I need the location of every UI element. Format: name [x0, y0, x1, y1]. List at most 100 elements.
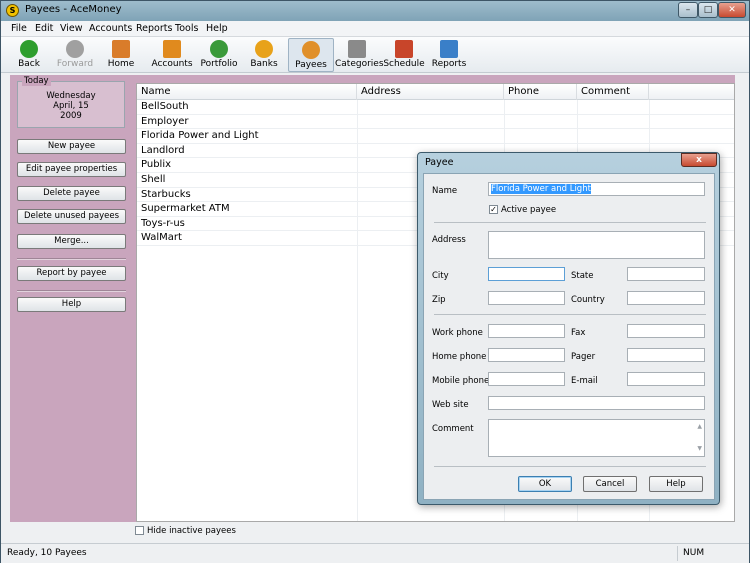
state-label: State — [571, 271, 594, 281]
scroll-down-icon[interactable]: ▼ — [697, 443, 702, 455]
pager-field[interactable] — [627, 348, 705, 362]
menu-tools[interactable]: Tools — [175, 23, 198, 34]
menu-accounts[interactable]: Accounts — [89, 23, 132, 34]
grid-header: Name Address Phone Comment — [137, 84, 734, 100]
toolbar-forward[interactable]: Forward — [55, 38, 95, 72]
forward-arrow-icon — [66, 40, 84, 58]
ok-button[interactable]: OK — [518, 476, 572, 492]
dialog-separator — [434, 466, 706, 467]
toolbar-label: Categories — [335, 59, 384, 69]
left-separator — [17, 258, 126, 260]
minimize-button[interactable]: – — [678, 2, 698, 18]
country-field[interactable] — [627, 291, 705, 305]
state-field[interactable] — [627, 267, 705, 281]
active-payee-label: Active payee — [501, 205, 557, 215]
address-field[interactable] — [488, 231, 705, 259]
website-label: Web site — [432, 400, 469, 410]
home-icon — [112, 40, 130, 58]
toolbar-banks[interactable]: Banks — [247, 38, 281, 72]
menu-file[interactable]: File — [11, 23, 27, 34]
hide-inactive-label: Hide inactive payees — [147, 526, 236, 536]
city-field[interactable] — [488, 267, 565, 281]
maximize-button[interactable]: □ — [698, 2, 718, 18]
left-separator — [17, 290, 126, 292]
checkbox-box[interactable] — [135, 526, 144, 535]
report-by-payee-button[interactable]: Report by payee — [17, 266, 126, 281]
toolbar-label: Home — [107, 59, 135, 69]
country-label: Country — [571, 295, 605, 305]
cancel-button[interactable]: Cancel — [583, 476, 637, 492]
table-row[interactable]: BellSouth — [137, 100, 734, 115]
email-label: E-mail — [571, 376, 598, 386]
name-label: Name — [432, 186, 458, 196]
merge-button[interactable]: Merge... — [17, 234, 126, 249]
menu-edit[interactable]: Edit — [35, 23, 53, 34]
menu-help[interactable]: Help — [206, 23, 228, 34]
dialog-close-button[interactable]: x — [681, 153, 717, 167]
num-lock-indicator: NUM — [677, 546, 747, 561]
payees-icon — [302, 41, 320, 59]
toolbar-portfolio[interactable]: Portfolio — [197, 38, 241, 72]
menu-reports[interactable]: Reports — [136, 23, 172, 34]
today-date: April, 15 — [53, 101, 89, 111]
column-header-comment[interactable]: Comment — [577, 84, 649, 100]
table-row[interactable]: Florida Power and Light — [137, 129, 734, 144]
work-phone-label: Work phone — [432, 328, 483, 338]
toolbar-home[interactable]: Home — [103, 38, 139, 72]
name-value: Florida Power and Light — [491, 184, 591, 194]
help-button[interactable]: Help — [17, 297, 126, 312]
toolbar-label: Payees — [295, 60, 327, 70]
scroll-up-icon[interactable]: ▲ — [697, 421, 702, 433]
table-row[interactable]: Employer — [137, 115, 734, 130]
new-payee-button[interactable]: New payee — [17, 139, 126, 154]
title-bar[interactable]: S Payees - AceMoney – □ ✕ — [1, 1, 749, 21]
home-phone-label: Home phone — [432, 352, 487, 362]
toolbar-label: Banks — [250, 59, 278, 69]
zip-label: Zip — [432, 295, 446, 305]
app-icon[interactable]: S — [6, 4, 19, 17]
toolbar-label: Schedule — [383, 59, 425, 69]
toolbar-categories[interactable]: Categories — [335, 38, 384, 72]
pager-label: Pager — [571, 352, 596, 362]
column-header-address[interactable]: Address — [357, 84, 504, 100]
website-field[interactable] — [488, 396, 705, 410]
close-button[interactable]: ✕ — [718, 2, 746, 18]
toolbar-schedule[interactable]: Schedule — [383, 38, 425, 72]
fax-label: Fax — [571, 328, 586, 338]
toolbar-payees[interactable]: Payees — [288, 38, 334, 72]
toolbar-label: Portfolio — [200, 59, 238, 69]
comment-field[interactable]: ▲ ▼ — [488, 419, 705, 457]
status-bar: Ready, 10 Payees NUM — [1, 543, 749, 563]
home-phone-field[interactable] — [488, 348, 565, 362]
column-header-name[interactable]: Name — [137, 84, 357, 100]
today-panel: Today Wednesday April, 15 2009 — [17, 76, 125, 128]
window-title: Payees - AceMoney — [25, 4, 122, 15]
column-header-phone[interactable]: Phone — [504, 84, 577, 100]
zip-field[interactable] — [488, 291, 565, 305]
dialog-separator — [434, 314, 706, 315]
dialog-help-button[interactable]: Help — [649, 476, 703, 492]
checkmark-icon[interactable]: ✓ — [489, 205, 498, 214]
today-legend: Today — [22, 76, 51, 86]
edit-payee-properties-button[interactable]: Edit payee properties — [17, 162, 126, 177]
email-field[interactable] — [627, 372, 705, 386]
portfolio-icon — [210, 40, 228, 58]
mobile-phone-field[interactable] — [488, 372, 565, 386]
toolbar-back[interactable]: Back — [11, 38, 47, 72]
menu-view[interactable]: View — [60, 23, 83, 34]
active-payee-checkbox[interactable]: ✓ Active payee — [489, 205, 556, 215]
mobile-phone-label: Mobile phone — [432, 376, 490, 386]
toolbar-accounts[interactable]: Accounts — [149, 38, 195, 72]
work-phone-field[interactable] — [488, 324, 565, 338]
dialog-separator — [434, 222, 706, 223]
fax-field[interactable] — [627, 324, 705, 338]
hide-inactive-checkbox[interactable]: Hide inactive payees — [135, 526, 236, 536]
main-window: S Payees - AceMoney – □ ✕ File Edit View… — [0, 0, 750, 563]
status-text: Ready, 10 Payees — [7, 548, 87, 558]
menu-bar: File Edit View Accounts Reports Tools He… — [1, 21, 749, 37]
delete-payee-button[interactable]: Delete payee — [17, 186, 126, 201]
name-field[interactable]: Florida Power and Light — [488, 182, 705, 196]
toolbar-reports[interactable]: Reports — [431, 38, 467, 72]
dialog-body: Name Florida Power and Light ✓ Active pay… — [423, 173, 715, 500]
delete-unused-payees-button[interactable]: Delete unused payees — [17, 209, 126, 224]
